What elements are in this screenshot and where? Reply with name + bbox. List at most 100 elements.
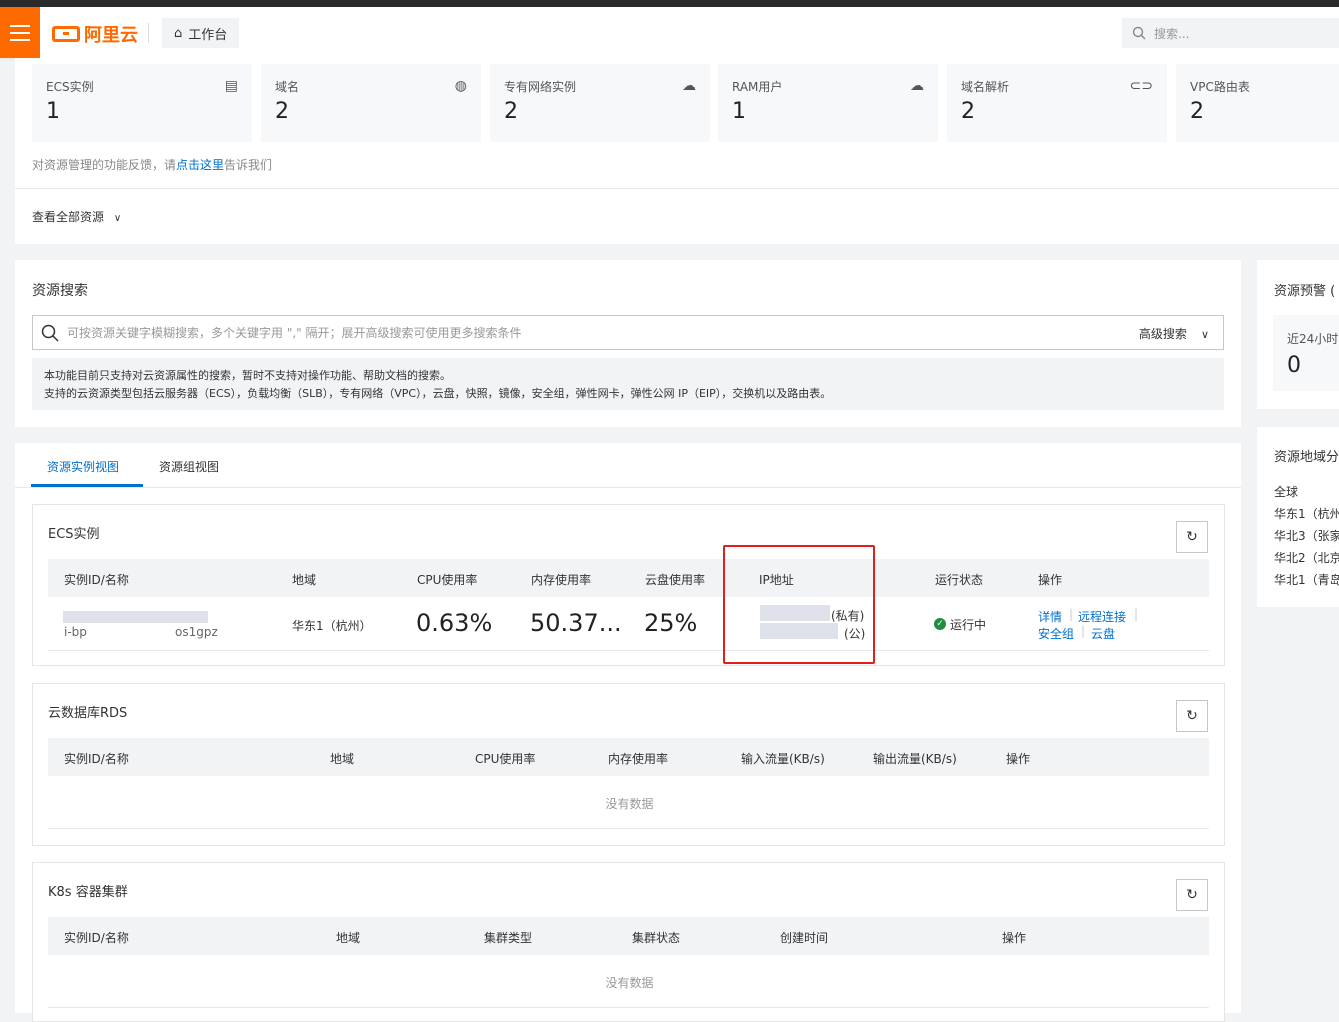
k8s-row-divider bbox=[48, 1007, 1209, 1008]
ecs-col-cpu: CPU使用率 bbox=[417, 573, 478, 587]
rds-col-out-traffic: 输出流量(KB/s) bbox=[873, 752, 957, 766]
ecs-refresh-button[interactable]: ↻ bbox=[1176, 521, 1208, 553]
stat-label: 域名解析 bbox=[961, 80, 1010, 94]
active-tab-indicator bbox=[31, 484, 143, 487]
ecs-details-link[interactable]: 详情 bbox=[1038, 608, 1062, 625]
home-icon: ⌂ bbox=[174, 25, 183, 41]
rds-refresh-button[interactable]: ↻ bbox=[1176, 700, 1208, 732]
search-icon bbox=[1132, 26, 1146, 40]
ecs-col-memory: 内存使用率 bbox=[531, 573, 592, 587]
logo-text: 阿里云 bbox=[84, 25, 138, 46]
rds-table-header: 实例ID/名称 地域 CPU使用率 内存使用率 输入流量(KB/s) 输出流量(… bbox=[48, 738, 1209, 776]
ecs-status: 运行中 bbox=[950, 618, 987, 632]
global-search-placeholder: 搜索... bbox=[1154, 26, 1190, 41]
ip-highlight-box bbox=[723, 545, 875, 664]
ecs-table-row: i-bp os1gpz 华东1（杭州） 0.63% 50.37... 25% (… bbox=[48, 597, 1209, 650]
workbench-button[interactable]: ⌂ 工作台 bbox=[162, 18, 240, 48]
stat-card[interactable]: ECS实例 1 ▤ bbox=[32, 64, 252, 142]
rds-col-id: 实例ID/名称 bbox=[64, 752, 129, 766]
resource-search-placeholder: 可按资源关键字模糊搜索，多个关键字用 "," 隔开；展开高级搜索可使用更多搜索条… bbox=[67, 326, 522, 340]
ecs-disk-usage: 25% bbox=[644, 609, 698, 637]
rds-card-title: 云数据库RDS bbox=[48, 706, 128, 721]
stat-value: 2 bbox=[504, 99, 518, 124]
resource-region-title: 资源地域分 bbox=[1274, 450, 1339, 465]
stat-card[interactable]: RAM用户 1 ☁ bbox=[718, 64, 938, 142]
view-all-resources-button[interactable]: 查看全部资源 ∨ bbox=[32, 208, 121, 225]
stat-value: 2 bbox=[275, 99, 289, 124]
rds-col-in-traffic: 输入流量(KB/s) bbox=[741, 752, 825, 766]
stat-label: 专有网络实例 bbox=[504, 80, 577, 94]
ecs-col-status: 运行状态 bbox=[935, 573, 984, 587]
rds-card: 云数据库RDS ↻ 实例ID/名称 地域 CPU使用率 内存使用率 输入流量(K… bbox=[32, 683, 1225, 846]
k8s-card: K8s 容器集群 ↻ 实例ID/名称 地域 集群类型 集群状态 创建时间 操作 … bbox=[32, 862, 1225, 1022]
k8s-col-id: 实例ID/名称 bbox=[64, 931, 129, 945]
resource-alert-subtitle: 近24小时 bbox=[1287, 332, 1339, 346]
ecs-disk-link[interactable]: 云盘 bbox=[1091, 625, 1115, 642]
tabs-divider bbox=[15, 487, 1241, 488]
k8s-col-created: 创建时间 bbox=[780, 931, 829, 945]
aliyun-logo[interactable]: 阿里云 bbox=[52, 21, 138, 47]
feedback-text: 对资源管理的功能反馈，请点击这里告诉我们 bbox=[32, 158, 273, 172]
global-search-input[interactable]: 搜索... bbox=[1122, 18, 1339, 48]
advanced-search-toggle[interactable]: 高级搜索 ∨ bbox=[1139, 325, 1209, 342]
resource-alert-title: 资源预警 ( bbox=[1274, 284, 1336, 299]
refresh-icon: ↻ bbox=[1186, 708, 1198, 724]
top-bar: 阿里云 ⌂ 工作台 搜索... bbox=[0, 7, 1339, 58]
ecs-col-disk: 云盘使用率 bbox=[645, 573, 706, 587]
rds-col-actions: 操作 bbox=[1006, 752, 1031, 766]
region-item: 全球 bbox=[1274, 485, 1299, 499]
server-icon: ▤ bbox=[224, 78, 238, 94]
tab-resource-instance-view[interactable]: 资源实例视图 bbox=[47, 458, 119, 475]
ecs-memory-usage: 50.37... bbox=[530, 609, 622, 637]
feedback-link[interactable]: 点击这里 bbox=[176, 158, 224, 172]
menu-icon[interactable] bbox=[0, 7, 40, 58]
resource-search-title: 资源搜索 bbox=[32, 283, 88, 299]
chevron-down-icon: ∨ bbox=[113, 213, 122, 224]
stat-card[interactable]: VPC路由表 2 bbox=[1176, 64, 1339, 142]
cloud-user-icon: ☁ bbox=[910, 78, 924, 94]
region-item: 华北2（北京 bbox=[1274, 551, 1339, 565]
resource-alert-value: 0 bbox=[1287, 353, 1301, 378]
search-note-line2: 支持的云资源类型包括云服务器（ECS），负载均衡（SLB），专有网络（VPC），… bbox=[44, 387, 832, 400]
tab-resource-group-view[interactable]: 资源组视图 bbox=[159, 458, 219, 475]
stat-card[interactable]: 域名 2 ◍ bbox=[261, 64, 481, 142]
k8s-empty-text: 没有数据 bbox=[605, 976, 654, 990]
ecs-card: ECS实例 ↻ 实例ID/名称 地域 CPU使用率 内存使用率 云盘使用率 IP… bbox=[32, 504, 1225, 666]
dns-icon: ⊂⊃ bbox=[1129, 78, 1153, 94]
action-separator: | bbox=[1134, 607, 1139, 621]
k8s-col-type: 集群类型 bbox=[484, 931, 533, 945]
ecs-card-title: ECS实例 bbox=[48, 527, 100, 542]
search-note: 本功能目前只支持对云资源属性的搜索，暂时不支持对操作功能、帮助文档的搜索。 支持… bbox=[32, 358, 1224, 410]
ecs-col-region: 地域 bbox=[292, 573, 317, 587]
k8s-col-region: 地域 bbox=[336, 931, 361, 945]
region-item: 华北3（张家 bbox=[1274, 529, 1339, 543]
stat-value: 1 bbox=[732, 99, 746, 124]
ecs-instance-id-suffix[interactable]: os1gpz bbox=[175, 625, 218, 639]
stat-value: 1 bbox=[46, 99, 60, 124]
ecs-instance-id-prefix[interactable]: i-bp bbox=[64, 625, 87, 639]
ecs-remote-connect-link[interactable]: 远程连接 bbox=[1078, 608, 1126, 625]
top-strip bbox=[0, 0, 1339, 7]
ecs-security-group-link[interactable]: 安全组 bbox=[1038, 625, 1074, 642]
action-separator: | bbox=[1069, 607, 1074, 621]
k8s-card-title: K8s 容器集群 bbox=[48, 885, 128, 900]
stat-card[interactable]: 专有网络实例 2 ☁ bbox=[490, 64, 710, 142]
chevron-down-icon: ∨ bbox=[1200, 328, 1209, 341]
rds-col-region: 地域 bbox=[330, 752, 355, 766]
rds-row-divider bbox=[48, 828, 1209, 829]
k8s-refresh-button[interactable]: ↻ bbox=[1176, 879, 1208, 911]
resource-search-input[interactable]: 可按资源关键字模糊搜索，多个关键字用 "," 隔开；展开高级搜索可使用更多搜索条… bbox=[32, 315, 1224, 350]
stat-label: 域名 bbox=[275, 80, 300, 94]
stat-card[interactable]: 域名解析 2 ⊂⊃ bbox=[947, 64, 1167, 142]
region-item: 华东1（杭州 bbox=[1274, 507, 1339, 521]
action-separator: | bbox=[1081, 624, 1086, 638]
rds-col-cpu: CPU使用率 bbox=[475, 752, 536, 766]
logo-mark-icon bbox=[52, 26, 80, 42]
stat-label: VPC路由表 bbox=[1190, 80, 1250, 94]
k8s-table-header: 实例ID/名称 地域 集群类型 集群状态 创建时间 操作 bbox=[48, 917, 1209, 955]
search-icon bbox=[41, 324, 59, 342]
stat-label: RAM用户 bbox=[732, 80, 783, 94]
redacted-instance-id bbox=[63, 611, 208, 623]
ecs-col-actions: 操作 bbox=[1038, 573, 1063, 587]
overview-divider bbox=[15, 188, 1339, 189]
